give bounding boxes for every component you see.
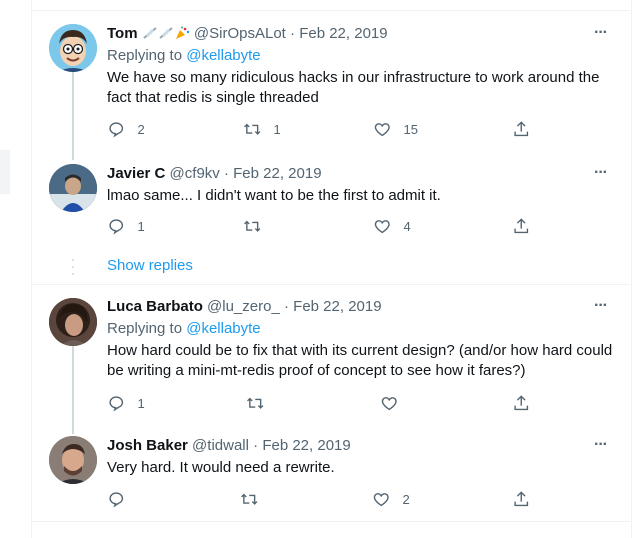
replying-to: Replying to @kellabyte xyxy=(107,319,261,339)
show-replies-link[interactable]: Show replies xyxy=(107,257,193,274)
thread-connector xyxy=(72,346,74,434)
more-options-icon[interactable]: ··· xyxy=(594,297,608,315)
share-icon xyxy=(514,218,529,234)
thread-connector xyxy=(72,72,74,160)
tweet-date[interactable]: Feb 22, 2019 xyxy=(262,437,350,454)
tweet-actions: 1 4 xyxy=(107,217,537,237)
heart-icon xyxy=(374,123,390,137)
syringe-icon xyxy=(159,27,173,39)
replying-to-label: Replying to xyxy=(107,47,183,64)
reply-icon xyxy=(109,219,124,235)
share-button[interactable] xyxy=(512,217,531,236)
tweet-header: Tom @SirOpsALot · Feb 22, 2019 xyxy=(107,24,388,44)
more-options-icon[interactable]: ··· xyxy=(594,436,608,454)
separator: · xyxy=(283,298,289,315)
reply-icon xyxy=(109,396,124,412)
replying-to-mention[interactable]: @kellabyte xyxy=(186,320,260,337)
author-name[interactable]: Luca Barbato xyxy=(107,298,203,315)
divider xyxy=(31,10,630,11)
replying-to: Replying to @kellabyte xyxy=(107,46,261,66)
like-button[interactable]: 2 xyxy=(372,490,410,509)
avatar[interactable] xyxy=(49,298,97,346)
reply-button[interactable]: 1 xyxy=(107,394,145,413)
author-handle[interactable]: @lu_zero_ xyxy=(207,298,280,315)
replying-to-mention[interactable]: @kellabyte xyxy=(186,47,260,64)
heart-icon xyxy=(373,493,389,507)
divider xyxy=(31,284,630,285)
author-name[interactable]: Tom xyxy=(107,25,138,42)
left-gutter xyxy=(0,0,30,538)
divider xyxy=(31,521,630,522)
tweet-header: Luca Barbato @lu_zero_ · Feb 22, 2019 xyxy=(107,297,382,317)
like-button[interactable] xyxy=(380,394,399,413)
avatar[interactable] xyxy=(49,24,97,72)
tweet-actions: 2 xyxy=(107,490,537,510)
reply-count: 2 xyxy=(137,121,145,137)
retweet-icon xyxy=(247,397,264,409)
thread-dots xyxy=(71,259,75,280)
reply-button[interactable] xyxy=(107,490,126,509)
heart-icon xyxy=(381,397,397,411)
reply-button[interactable]: 1 xyxy=(107,217,145,236)
more-options-icon[interactable]: ··· xyxy=(594,164,608,182)
reply-icon xyxy=(109,122,124,138)
share-icon xyxy=(514,121,529,137)
replying-to-label: Replying to xyxy=(107,320,183,337)
party-popper-icon xyxy=(175,26,189,39)
author-name[interactable]: Javier C xyxy=(107,165,165,182)
tweet-date[interactable]: Feb 22, 2019 xyxy=(293,298,381,315)
like-count: 15 xyxy=(403,121,418,137)
retweet-button[interactable] xyxy=(246,394,265,413)
tweet-text: How hard could be to fix that with its c… xyxy=(107,342,613,379)
retweet-icon xyxy=(241,493,258,505)
tweet-header: Josh Baker @tidwall · Feb 22, 2019 xyxy=(107,436,351,456)
like-count: 2 xyxy=(402,491,410,507)
tweet-header: Javier C @cf9kv · Feb 22, 2019 xyxy=(107,164,322,184)
tweet-date[interactable]: Feb 22, 2019 xyxy=(233,165,321,182)
like-count: 4 xyxy=(403,218,411,234)
separator: · xyxy=(290,25,296,42)
tweet-date[interactable]: Feb 22, 2019 xyxy=(299,25,387,42)
share-button[interactable] xyxy=(512,394,531,413)
reply-count: 1 xyxy=(137,395,145,411)
author-name[interactable]: Josh Baker xyxy=(107,437,188,454)
separator: · xyxy=(223,165,229,182)
share-icon xyxy=(514,491,529,507)
retweet-button[interactable] xyxy=(240,490,259,509)
tweet-actions: 1 xyxy=(107,394,537,414)
avatar[interactable] xyxy=(49,436,97,484)
separator: · xyxy=(253,437,259,454)
share-button[interactable] xyxy=(512,120,531,139)
reply-button[interactable]: 2 xyxy=(107,120,145,139)
author-handle[interactable]: @cf9kv xyxy=(170,165,220,182)
tweet-text: Very hard. It would need a rewrite. xyxy=(107,459,335,476)
author-handle[interactable]: @tidwall xyxy=(192,437,249,454)
more-options-icon[interactable]: ··· xyxy=(594,24,608,42)
name-emojis xyxy=(142,25,194,42)
like-button[interactable]: 15 xyxy=(373,120,418,139)
retweet-icon xyxy=(244,220,261,232)
author-handle[interactable]: @SirOpsALot xyxy=(194,25,286,42)
tweet-actions: 2 1 15 xyxy=(107,120,537,140)
retweet-button[interactable] xyxy=(243,217,262,236)
avatar[interactable] xyxy=(49,164,97,212)
retweet-icon xyxy=(244,123,261,135)
like-button[interactable]: 4 xyxy=(373,217,411,236)
syringe-icon xyxy=(143,27,157,39)
share-button[interactable] xyxy=(512,490,531,509)
share-icon xyxy=(514,395,529,411)
retweet-count: 1 xyxy=(273,121,281,137)
reply-count: 1 xyxy=(137,218,145,234)
reply-icon xyxy=(109,492,124,508)
retweet-button[interactable]: 1 xyxy=(243,120,281,139)
heart-icon xyxy=(374,220,390,234)
tweet-text: lmao same... I didn't want to be the fir… xyxy=(107,187,441,204)
tweet-text: We have so many ridiculous hacks in our … xyxy=(107,69,600,106)
